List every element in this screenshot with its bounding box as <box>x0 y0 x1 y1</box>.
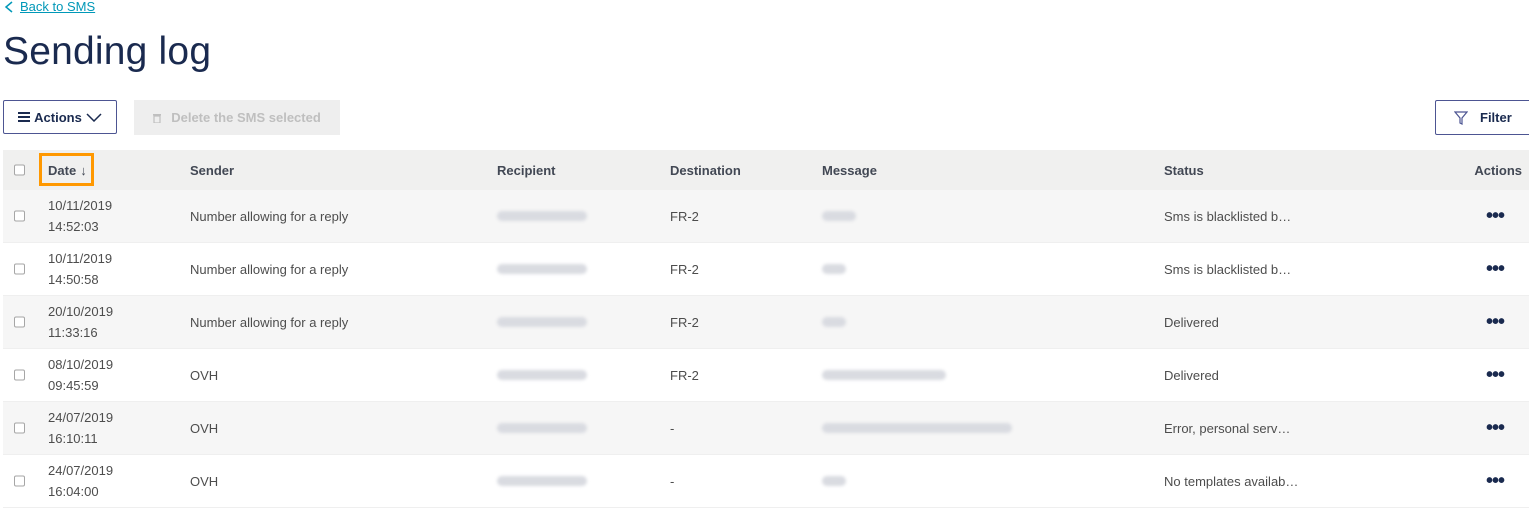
back-link-label: Back to SMS <box>20 0 96 14</box>
sender-cell: OVH <box>190 473 219 489</box>
row-actions-cell: ••• <box>1486 190 1522 242</box>
destination-cell: FR-2 <box>670 208 699 224</box>
table-body: 10/11/2019 14:52:03 Number allowing for a… <box>3 190 1529 508</box>
page-title: Sending log <box>3 30 212 73</box>
date-cell: 08/10/2019 09:45:59 <box>48 349 113 401</box>
hamburger-icon <box>18 112 31 122</box>
sender-cell: Number allowing for a reply <box>190 208 349 224</box>
time-value: 09:45:59 <box>48 378 99 393</box>
date-cell: 24/07/2019 16:04:00 <box>48 455 113 507</box>
sender-cell: OVH <box>190 367 219 383</box>
sender-cell: Number allowing for a reply <box>190 261 349 277</box>
destination-cell: FR-2 <box>670 314 699 330</box>
message-cell-redacted <box>822 296 846 348</box>
filter-label: Filter <box>1480 110 1512 125</box>
time-value: 11:33:16 <box>48 325 98 340</box>
date-value: 24/07/2019 <box>48 463 114 478</box>
table-row: 24/07/2019 16:10:11 OVH - Error, personal… <box>3 402 1529 455</box>
destination-cell: - <box>670 420 675 436</box>
date-value: 08/10/2019 <box>48 357 114 372</box>
table-header: Date ↓ Sender Recipient Destination Mess… <box>3 150 1529 190</box>
date-cell: 24/07/2019 16:10:11 <box>48 402 113 454</box>
status-cell: Sms is blacklisted b… <box>1164 261 1292 277</box>
time-value: 16:04:00 <box>48 484 99 499</box>
date-cell: 10/11/2019 14:52:03 <box>48 190 112 242</box>
destination-cell: - <box>670 473 675 489</box>
recipient-column-header: Recipient <box>497 162 556 178</box>
delete-selected-label: Delete the SMS selected <box>171 110 321 125</box>
time-value: 16:10:11 <box>48 431 98 446</box>
filter-button[interactable]: Filter <box>1435 100 1529 135</box>
status-cell: Delivered <box>1164 314 1219 330</box>
actions-column-header: Actions <box>1474 162 1522 178</box>
sender-cell: OVH <box>190 420 219 436</box>
recipient-cell-redacted <box>497 349 587 401</box>
row-actions-cell: ••• <box>1486 243 1522 295</box>
destination-column-header: Destination <box>670 162 741 178</box>
back-to-sms-link[interactable]: Back to SMS <box>4 0 95 14</box>
message-cell-redacted <box>822 402 1012 454</box>
chevron-left-icon <box>4 0 13 13</box>
table-row: 24/07/2019 16:04:00 OVH - No templates av… <box>3 455 1529 508</box>
actions-menu-button[interactable]: Actions <box>3 100 117 134</box>
ellipsis-icon[interactable]: ••• <box>1486 471 1505 491</box>
date-cell: 10/11/2019 14:50:58 <box>48 243 112 295</box>
recipient-cell-redacted <box>497 402 587 454</box>
ellipsis-icon[interactable]: ••• <box>1486 259 1505 279</box>
status-column-header: Status <box>1164 162 1204 178</box>
trash-icon <box>153 113 162 123</box>
sender-column-header: Sender <box>190 162 235 178</box>
date-header-label: Date <box>48 162 77 178</box>
time-value: 14:52:03 <box>48 219 99 234</box>
row-actions-cell: ••• <box>1486 296 1522 348</box>
row-checkbox[interactable] <box>14 369 25 381</box>
sms-log-table: Date ↓ Sender Recipient Destination Mess… <box>3 150 1529 508</box>
date-value: 20/10/2019 <box>48 304 114 319</box>
destination-cell: FR-2 <box>670 261 699 277</box>
status-cell: Delivered <box>1164 367 1219 383</box>
time-value: 14:50:58 <box>48 272 99 287</box>
row-actions-cell: ••• <box>1486 402 1522 454</box>
delete-selected-button[interactable]: Delete the SMS selected <box>134 100 340 135</box>
select-all-checkbox[interactable] <box>14 164 25 176</box>
row-checkbox[interactable] <box>14 316 25 328</box>
status-cell: Error, personal serv… <box>1164 420 1291 436</box>
ellipsis-icon[interactable]: ••• <box>1486 365 1505 385</box>
sender-cell: Number allowing for a reply <box>190 314 349 330</box>
table-row: 08/10/2019 09:45:59 OVH FR-2 Delivered ••… <box>3 349 1529 402</box>
message-cell-redacted <box>822 190 856 242</box>
row-actions-cell: ••• <box>1486 455 1522 507</box>
destination-cell: FR-2 <box>670 367 699 383</box>
recipient-cell-redacted <box>497 190 587 242</box>
table-row: 10/11/2019 14:52:03 Number allowing for a… <box>3 190 1529 243</box>
filter-funnel-icon <box>1454 110 1468 125</box>
date-value: 24/07/2019 <box>48 410 114 425</box>
recipient-cell-redacted <box>497 455 587 507</box>
chevron-down-icon <box>86 113 102 122</box>
row-checkbox[interactable] <box>14 422 25 434</box>
date-value: 10/11/2019 <box>48 251 113 266</box>
message-cell-redacted <box>822 455 846 507</box>
ellipsis-icon[interactable]: ••• <box>1486 418 1505 438</box>
date-value: 10/11/2019 <box>48 198 113 213</box>
row-checkbox[interactable] <box>14 263 25 275</box>
ellipsis-icon[interactable]: ••• <box>1486 312 1505 332</box>
row-actions-cell: ••• <box>1486 349 1522 401</box>
message-cell-redacted <box>822 243 846 295</box>
status-cell: Sms is blacklisted b… <box>1164 208 1292 224</box>
actions-menu-label: Actions <box>34 109 82 125</box>
table-row: 10/11/2019 14:50:58 Number allowing for a… <box>3 243 1529 296</box>
date-cell: 20/10/2019 11:33:16 <box>48 296 113 348</box>
recipient-cell-redacted <box>497 296 587 348</box>
message-column-header: Message <box>822 162 877 178</box>
row-checkbox[interactable] <box>14 210 25 222</box>
row-checkbox[interactable] <box>14 475 25 487</box>
message-cell-redacted <box>822 349 946 401</box>
table-row: 20/10/2019 11:33:16 Number allowing for a… <box>3 296 1529 349</box>
status-cell: No templates availab… <box>1164 473 1299 489</box>
date-column-header[interactable]: Date ↓ <box>48 150 87 190</box>
recipient-cell-redacted <box>497 243 587 295</box>
ellipsis-icon[interactable]: ••• <box>1486 206 1505 226</box>
sort-arrow-down-icon: ↓ <box>80 162 87 178</box>
